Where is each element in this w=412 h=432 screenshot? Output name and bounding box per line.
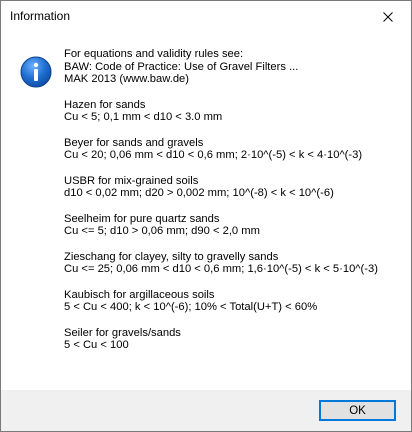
- rule-line: Cu <= 25; 0,06 mm < d10 < 0,6 mm; 1,6·10…: [64, 263, 378, 275]
- rule-line: Cu < 5; 0,1 mm < d10 < 3.0 mm: [64, 111, 223, 123]
- rule-heading: USBR for mix-grained soils: [64, 174, 199, 187]
- message-paragraph: USBR for mix-grained soils d10 < 0,02 mm;…: [64, 175, 404, 200]
- message-paragraph: Seelheim for pure quartz sands Cu <= 5; d…: [64, 213, 404, 238]
- rule-heading: Seiler for gravels/sands: [64, 326, 181, 339]
- rule-line: BAW: Code of Practice: Use of Gravel Fil…: [64, 60, 299, 73]
- rule-heading: Kaubisch for argillaceous soils: [64, 288, 215, 301]
- rule-line: 5 < Cu < 400; k < 10^(-6); 10% < Total(U…: [64, 301, 318, 313]
- close-button[interactable]: [365, 1, 411, 32]
- message-paragraph: Seiler for gravels/sands 5 < Cu < 100: [64, 327, 404, 352]
- rule-heading: Hazen for sands: [64, 98, 146, 111]
- rule-heading: Beyer for sands and gravels: [64, 136, 204, 149]
- rule-line: Cu < 20; 0,06 mm < d10 < 0,6 mm; 2·10^(-…: [64, 149, 363, 161]
- rule-heading: Zieschang for clayey, silty to gravelly …: [64, 250, 279, 263]
- rule-line: MAK 2013 (www.baw.de): [64, 73, 189, 85]
- rule-heading: Seelheim for pure quartz sands: [64, 212, 220, 225]
- close-icon: [383, 11, 393, 22]
- window-title: Information: [10, 9, 71, 23]
- rule-line: Cu <= 5; d10 > 0,06 mm; d90 < 2,0 mm: [64, 225, 260, 237]
- message-paragraph: Kaubisch for argillaceous soils 5 < Cu < …: [64, 289, 404, 314]
- message-paragraph: Zieschang for clayey, silty to gravelly …: [64, 251, 404, 276]
- title-bar[interactable]: Information: [1, 1, 411, 32]
- ok-button[interactable]: OK: [319, 400, 396, 421]
- message-paragraph: Beyer for sands and gravels Cu < 20; 0,06…: [64, 137, 404, 162]
- message-text: For equations and validity rules see: BAW…: [64, 48, 404, 365]
- button-bar: OK: [1, 390, 411, 431]
- message-paragraph: Hazen for sands Cu < 5; 0,1 mm < d10 < 3.…: [64, 99, 404, 124]
- rule-line: d10 < 0,02 mm; d20 > 0,002 mm; 10^(-8) <…: [64, 187, 334, 199]
- message-paragraph: For equations and validity rules see: BAW…: [64, 48, 404, 86]
- dialog-content: For equations and validity rules see: BAW…: [1, 32, 411, 390]
- info-icon: [20, 56, 52, 88]
- information-dialog: Information For equations and validity r…: [0, 0, 412, 432]
- rule-heading: For equations and validity rules see:: [64, 48, 244, 60]
- rule-line: 5 < Cu < 100: [64, 339, 129, 351]
